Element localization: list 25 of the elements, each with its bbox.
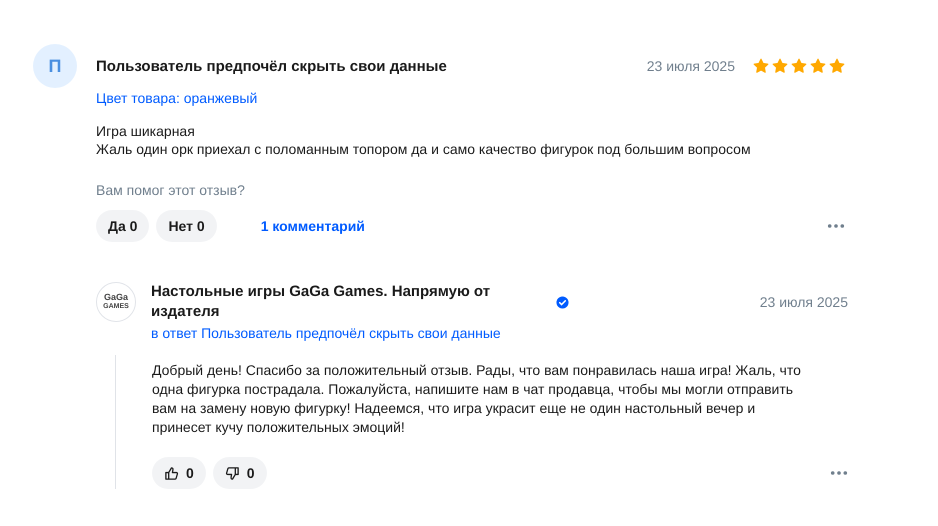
review-text: Игра шикарная bbox=[96, 122, 196, 140]
product-color-link[interactable]: Цвет товара: оранжевый bbox=[96, 90, 845, 106]
dislike-button[interactable]: 0 bbox=[212, 457, 267, 489]
no-button[interactable]: Нет 0 bbox=[156, 210, 217, 242]
star-icon bbox=[753, 58, 769, 74]
reply-text: Добрый день! Спасибо за положительный отзыв. Рады, что вам понравилась наша игра! Жаль, что одна фигурка пострадала. Пожалуйста, напишите нам в чат продавца, чтобы мы могли отправить вам на замену новую фигурку! Надеемся, что игра украсит еще не один настольный вечер и принесет кучу положительных эмоций! bbox=[152, 361, 802, 437]
like-button[interactable]: 0 bbox=[152, 457, 206, 489]
review-text: Жаль один орк приехал с поломанным топором да и само качество фигурок под большим вопросом bbox=[96, 140, 752, 158]
review-date: 23 июля 2025 bbox=[646, 58, 735, 74]
star-icon bbox=[829, 58, 845, 74]
star-icon bbox=[791, 58, 807, 74]
seller-name: Настольные игры GaGa Games. Напрямую от издателя bbox=[151, 282, 492, 322]
star-icon bbox=[810, 58, 826, 74]
more-icon[interactable] bbox=[827, 223, 845, 229]
thumbs-down-icon bbox=[224, 466, 240, 480]
comments-link[interactable]: 1 комментарий bbox=[260, 218, 820, 234]
user-avatar: П bbox=[33, 44, 77, 88]
reply-to-link[interactable]: в ответ Пользователь предпочёл скрыть свои данные bbox=[151, 325, 848, 341]
yes-button[interactable]: Да 0 bbox=[96, 210, 150, 242]
more-icon[interactable] bbox=[830, 470, 848, 476]
star-icon bbox=[772, 58, 788, 74]
reply-date: 23 июля 2025 bbox=[760, 294, 848, 310]
thumbs-up-icon bbox=[164, 466, 179, 480]
helpful-question: Вам помог этот отзыв? bbox=[96, 182, 246, 198]
author-name: Пользователь предпочёл скрыть свои данные bbox=[96, 58, 448, 74]
